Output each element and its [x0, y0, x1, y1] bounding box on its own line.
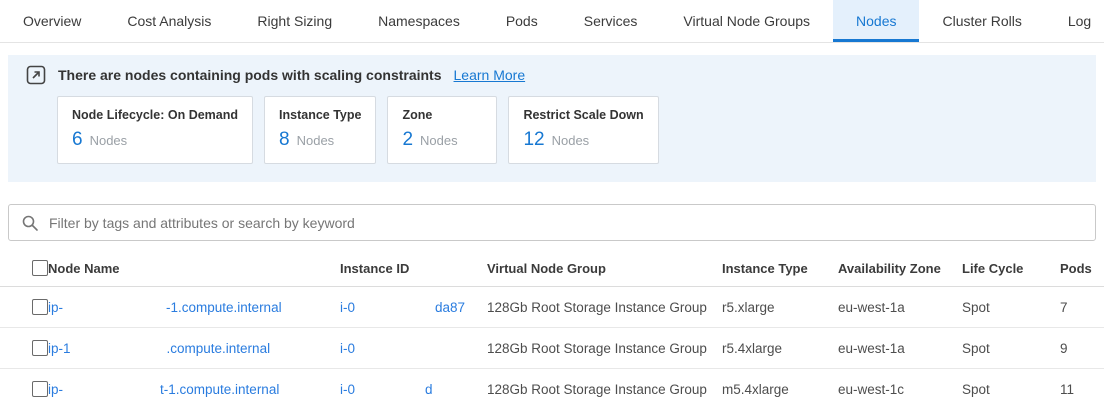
redacted-segment	[355, 299, 435, 313]
cell-pods: 9	[1060, 341, 1104, 356]
column-header-pods[interactable]: Pods	[1060, 261, 1104, 276]
table-row: ip--1.compute.internal i-0da87 128Gb Roo…	[0, 287, 1104, 328]
cell-virtual-node-group: 128Gb Root Storage Instance Group	[487, 341, 722, 356]
cell-pods: 7	[1060, 300, 1104, 315]
instance-id-link[interactable]: i-0	[340, 341, 355, 356]
scale-constraint-icon	[26, 65, 46, 85]
table-row: ip-t-1.compute.internal i-0d 128Gb Root …	[0, 369, 1104, 404]
card-title: Restrict Scale Down	[523, 108, 643, 122]
filter-search-bar[interactable]	[8, 204, 1096, 241]
node-name-link[interactable]: ip-t-1.compute.internal	[48, 382, 279, 397]
card-unit: Nodes	[420, 133, 458, 148]
redacted-segment	[63, 299, 166, 313]
node-name-link[interactable]: ip--1.compute.internal	[48, 300, 282, 315]
cell-life-cycle: Spot	[962, 300, 1060, 315]
card-unit: Nodes	[552, 133, 590, 148]
redacted-segment	[355, 381, 425, 395]
constraint-cards-row: Node Lifecycle: On Demand6NodesInstance …	[57, 96, 1076, 164]
card-title: Zone	[402, 108, 482, 122]
nodes-table: Node Name Instance ID Virtual Node Group…	[0, 250, 1104, 404]
scaling-constraints-banner: There are nodes containing pods with sca…	[8, 55, 1096, 182]
cell-virtual-node-group: 128Gb Root Storage Instance Group	[487, 382, 722, 397]
table-body: ip--1.compute.internal i-0da87 128Gb Roo…	[0, 287, 1104, 404]
card-title: Instance Type	[279, 108, 361, 122]
search-icon	[21, 214, 39, 232]
row-checkbox[interactable]	[32, 381, 48, 397]
constraint-card-zone[interactable]: Zone 2 Nodes	[387, 96, 497, 164]
cell-availability-zone: eu-west-1c	[838, 382, 962, 397]
tab-nodes[interactable]: Nodes	[833, 0, 919, 42]
tab-bar: OverviewCost AnalysisRight SizingNamespa…	[0, 0, 1104, 43]
column-header-node-name[interactable]: Node Name	[48, 261, 340, 276]
cell-life-cycle: Spot	[962, 382, 1060, 397]
cell-availability-zone: eu-west-1a	[838, 300, 962, 315]
redacted-segment	[63, 381, 160, 395]
table-header: Node Name Instance ID Virtual Node Group…	[0, 250, 1104, 287]
instance-id-link[interactable]: i-0da87	[340, 300, 465, 315]
tab-services[interactable]: Services	[561, 0, 661, 42]
tab-overview[interactable]: Overview	[0, 0, 104, 42]
row-checkbox[interactable]	[32, 299, 48, 315]
tab-virtual-node-groups[interactable]: Virtual Node Groups	[660, 0, 833, 42]
card-count: 6	[72, 129, 83, 151]
cell-availability-zone: eu-west-1a	[838, 341, 962, 356]
column-header-virtual-node-group[interactable]: Virtual Node Group	[487, 261, 722, 276]
constraint-card-instance-type[interactable]: Instance Type 8 Nodes	[264, 96, 376, 164]
tab-right-sizing[interactable]: Right Sizing	[234, 0, 355, 42]
redacted-segment	[71, 340, 167, 354]
row-checkbox[interactable]	[32, 340, 48, 356]
constraint-card-node-lifecycle-on-demand[interactable]: Node Lifecycle: On Demand 6 Nodes	[57, 96, 253, 164]
tab-namespaces[interactable]: Namespaces	[355, 0, 483, 42]
search-input[interactable]	[49, 215, 1083, 231]
cell-life-cycle: Spot	[962, 341, 1060, 356]
cell-instance-type: r5.4xlarge	[722, 341, 838, 356]
card-unit: Nodes	[297, 133, 335, 148]
card-count: 12	[523, 129, 544, 151]
banner-alert-row: There are nodes containing pods with sca…	[26, 65, 1076, 85]
learn-more-link[interactable]: Learn More	[454, 67, 526, 83]
cell-virtual-node-group: 128Gb Root Storage Instance Group	[487, 300, 722, 315]
column-header-availability-zone[interactable]: Availability Zone	[838, 261, 962, 276]
column-header-life-cycle[interactable]: Life Cycle	[962, 261, 1060, 276]
tab-cost-analysis[interactable]: Cost Analysis	[104, 0, 234, 42]
card-count: 8	[279, 129, 290, 151]
tab-pods[interactable]: Pods	[483, 0, 561, 42]
select-all-checkbox[interactable]	[32, 260, 48, 276]
tab-cluster-rolls[interactable]: Cluster Rolls	[919, 0, 1044, 42]
column-header-instance-type[interactable]: Instance Type	[722, 261, 838, 276]
cell-pods: 11	[1060, 382, 1104, 397]
card-unit: Nodes	[90, 133, 128, 148]
node-name-link[interactable]: ip-1.compute.internal	[48, 341, 270, 356]
constraint-card-restrict-scale-down[interactable]: Restrict Scale Down 12 Nodes	[508, 96, 658, 164]
table-row: ip-1.compute.internal i-0 128Gb Root Sto…	[0, 328, 1104, 369]
banner-message: There are nodes containing pods with sca…	[58, 67, 442, 83]
cell-instance-type: m5.4xlarge	[722, 382, 838, 397]
cell-instance-type: r5.xlarge	[722, 300, 838, 315]
column-header-instance-id[interactable]: Instance ID	[340, 261, 487, 276]
instance-id-link[interactable]: i-0d	[340, 382, 433, 397]
card-count: 2	[402, 129, 413, 151]
tab-log[interactable]: Log	[1045, 0, 1104, 42]
card-title: Node Lifecycle: On Demand	[72, 108, 238, 122]
